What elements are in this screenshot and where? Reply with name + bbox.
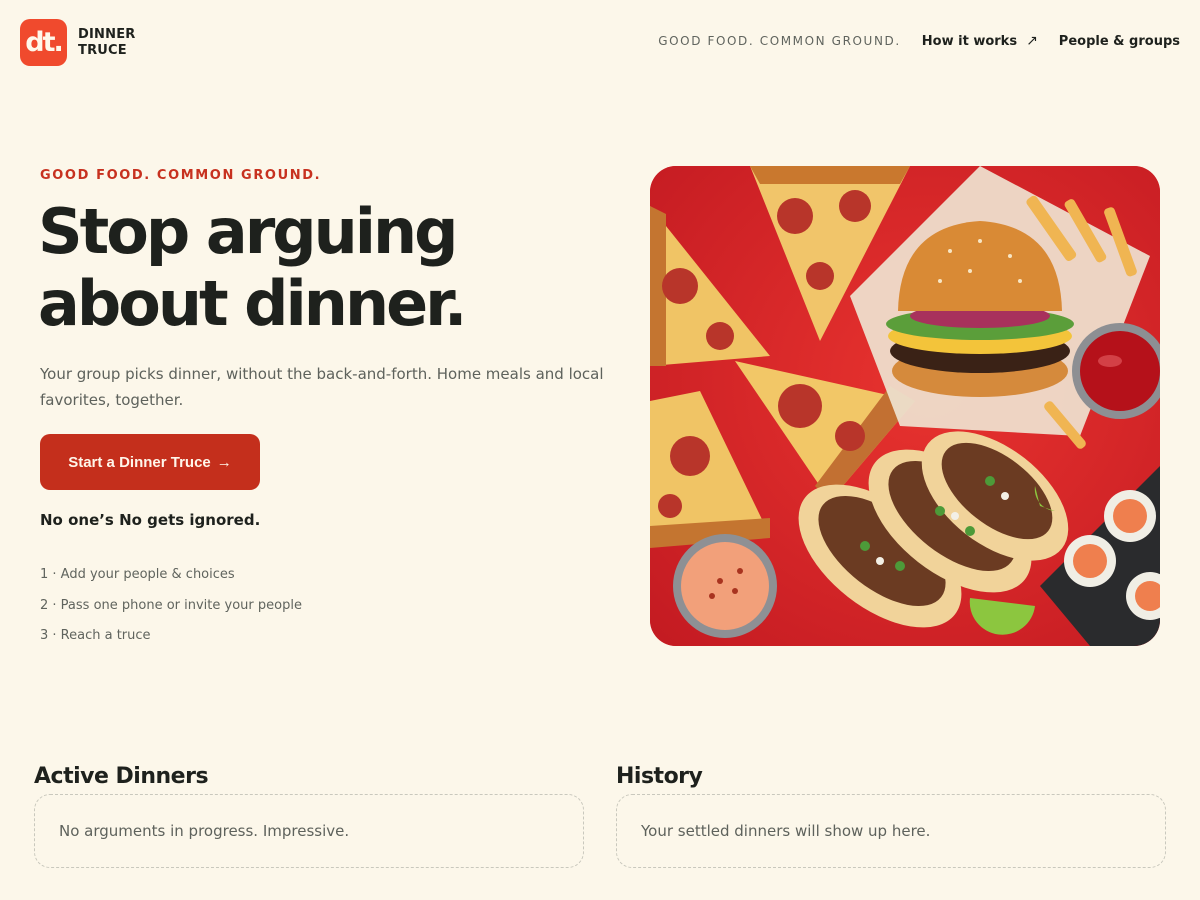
- top-navigation: GOOD FOOD. COMMON GROUND. How it works ↗…: [658, 33, 1180, 49]
- food-illustration: [650, 166, 1160, 646]
- hero-subtitle: Your group picks dinner, without the bac…: [40, 365, 604, 409]
- how-it-works-steps: 1 · Add your people & choices 2 · Pass o…: [40, 566, 302, 658]
- nav-tagline: GOOD FOOD. COMMON GROUND.: [658, 34, 901, 48]
- logo-wordmark: DINNER TRUCE: [78, 27, 135, 59]
- food-spread-photo: [650, 166, 1160, 646]
- active-dinners-empty-state: No arguments in progress. Impressive.: [34, 794, 584, 868]
- logo-line-2: TRUCE: [78, 42, 127, 58]
- history-empty-state: Your settled dinners will show up here.: [616, 794, 1166, 868]
- brand-logo[interactable]: dt. DINNER TRUCE: [20, 19, 135, 66]
- step-item: 1 · Add your people & choices: [40, 567, 235, 582]
- hero-headline-line-2: about dinner.: [38, 267, 467, 340]
- nav-link-how-it-works[interactable]: How it works ↗: [922, 33, 1038, 49]
- active-dinners-empty-text: No arguments in progress. Impressive.: [59, 822, 350, 840]
- sauce-bowl: [673, 534, 777, 638]
- logo-line-1: DINNER: [78, 26, 136, 42]
- start-dinner-truce-label: Start a Dinner Truce: [68, 453, 211, 471]
- arrow-right-icon: →: [216, 453, 232, 471]
- step-item: 2 · Pass one phone or invite your people: [40, 597, 302, 613]
- nav-link-how-it-works-label: How it works: [921, 33, 1018, 49]
- hero-eyebrow: GOOD FOOD. COMMON GROUND.: [40, 168, 322, 183]
- arrow-up-right-icon: ↗: [1026, 33, 1038, 49]
- logo-mark: dt.: [20, 19, 67, 66]
- hero-headline-line-1: Stop arguing: [38, 195, 459, 268]
- history-title: History: [616, 764, 703, 789]
- page: dt. DINNER TRUCE GOOD FOOD. COMMON GROUN…: [0, 0, 1200, 900]
- step-item: 3 · Reach a truce: [40, 628, 151, 643]
- start-dinner-truce-button[interactable]: Start a Dinner Truce →: [40, 434, 260, 490]
- hero-headline: Stop arguing about dinner.: [38, 196, 598, 340]
- active-dinners-title: Active Dinners: [34, 764, 209, 789]
- history-empty-text: Your settled dinners will show up here.: [641, 822, 931, 840]
- nav-link-people-groups[interactable]: People & groups: [1059, 34, 1180, 49]
- hero-promise: No one’s No gets ignored.: [40, 511, 261, 529]
